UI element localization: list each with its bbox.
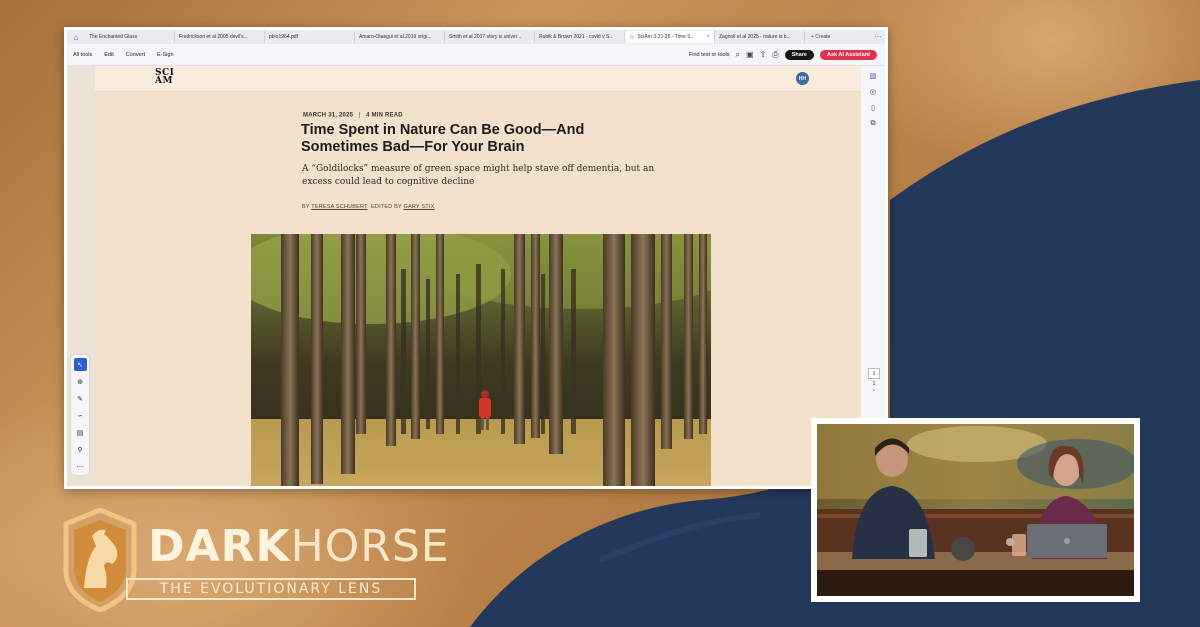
- webcam-feed: [811, 418, 1140, 602]
- article-headline: Time Spent in Nature Can Be Good—And Som…: [301, 122, 585, 155]
- article-page: SCI AM HH MARCH 31, 2025 4 MIN READ Time …: [95, 66, 867, 486]
- editor-link[interactable]: GARY STIX: [404, 204, 435, 210]
- article-meta: MARCH 31, 2025 4 MIN READ: [303, 112, 403, 119]
- stamp-icon[interactable]: ⚲: [74, 443, 87, 456]
- layers-icon[interactable]: ▯: [871, 104, 875, 112]
- more-icon[interactable]: ⋯: [871, 33, 885, 41]
- menu-edit[interactable]: Edit: [98, 52, 119, 58]
- print-icon[interactable]: ⎙: [772, 50, 778, 60]
- article-date: MARCH 31, 2025: [303, 112, 354, 119]
- tab-enchanted-glass[interactable]: The Enchanted Glass: [85, 31, 175, 43]
- close-tab-icon[interactable]: ×: [706, 34, 710, 40]
- brand-subtitle-box: THE EVOLUTIONARY LENS: [126, 578, 416, 600]
- tab-amaro-otaegui[interactable]: Amaro-Otaegui et al 2019 origi...: [355, 31, 445, 43]
- tab-zagnoli[interactable]: Zagnoli et al 2025 - nature is b...: [715, 31, 805, 43]
- site-header: SCI AM HH: [95, 66, 867, 92]
- brand-name: DARKHORSE: [148, 521, 450, 572]
- select-tool-icon[interactable]: ↖: [73, 358, 87, 371]
- tab-smith[interactable]: Smith et al 2017 story is univer...: [445, 31, 535, 43]
- page-navigator: 1 1 ⌃: [867, 368, 881, 395]
- tab-sciam-active[interactable]: ☆ SciAm 3-31-25 - Time S... ×: [625, 31, 715, 43]
- share-button[interactable]: Share: [784, 49, 814, 60]
- byline: BY TERESA SCHUBERT EDITED BY GARY STIX: [302, 204, 435, 210]
- avatar[interactable]: HH: [796, 72, 809, 85]
- pen-tool-icon[interactable]: ✎: [74, 392, 87, 405]
- create-tab-button[interactable]: + Create: [805, 34, 836, 40]
- pdf-toolbar: All tools Edit Convert E-Sign Find text …: [67, 44, 885, 66]
- author-link[interactable]: TERESA SCHUBERT: [311, 204, 367, 210]
- pages-icon[interactable]: ⧉: [871, 120, 876, 128]
- tab-pbio[interactable]: pbio1964.pdf: [265, 31, 355, 43]
- bookmark-icon[interactable]: ◎: [870, 88, 876, 96]
- search-icon[interactable]: ⌕: [736, 50, 740, 60]
- dark-horse-logo: DARKHORSE THE EVOLUTIONARY LENS: [62, 508, 449, 612]
- menu-convert[interactable]: Convert: [120, 52, 151, 58]
- scroll-down-icon[interactable]: ⌃: [872, 389, 876, 395]
- tab-fredrickson[interactable]: Fredrickson et al 2005 devil's...: [175, 31, 265, 43]
- more-tools-icon[interactable]: ⋯: [74, 460, 87, 473]
- current-page[interactable]: 1: [868, 368, 880, 379]
- read-time: 4 MIN READ: [366, 112, 403, 119]
- menu-esign[interactable]: E-Sign: [151, 52, 180, 58]
- menu-all-tools[interactable]: All tools: [67, 52, 98, 58]
- brand-subtitle: THE EVOLUTIONARY LENS: [159, 581, 383, 597]
- zoom-tool-icon[interactable]: ⊕: [74, 375, 87, 388]
- home-icon[interactable]: ⌂: [67, 33, 85, 42]
- comment-panel-icon[interactable]: ▧: [870, 72, 877, 80]
- save-icon[interactable]: ▣: [746, 50, 754, 59]
- star-icon: ☆: [629, 34, 635, 41]
- browser-tab-bar: ⌂ The Enchanted Glass Fredrickson et al …: [67, 30, 885, 44]
- sciam-logo[interactable]: SCI AM: [155, 69, 174, 86]
- article-dek: A “Goldilocks” measure of green space mi…: [302, 164, 655, 187]
- find-text-button[interactable]: Find text or tools: [689, 52, 730, 58]
- ai-assistant-button[interactable]: Ask AI Assistant: [820, 49, 877, 60]
- hero-image-forest: [251, 234, 711, 486]
- document-area: SCI AM HH MARCH 31, 2025 4 MIN READ Time …: [67, 66, 885, 486]
- shared-screen-window: ⌂ The Enchanted Glass Fredrickson et al …: [64, 27, 888, 489]
- total-pages: 1: [872, 381, 876, 387]
- annotation-toolbar: ↖ ⊕ ✎ ∽ ▤ ⚲ ⋯: [71, 355, 89, 475]
- upload-icon[interactable]: ⇧: [760, 50, 767, 59]
- draw-tool-icon[interactable]: ∽: [74, 409, 87, 422]
- tab-rubik-brown[interactable]: Rubik & Brown 2021 - covid v S...: [535, 31, 625, 43]
- text-box-icon[interactable]: ▤: [74, 426, 87, 439]
